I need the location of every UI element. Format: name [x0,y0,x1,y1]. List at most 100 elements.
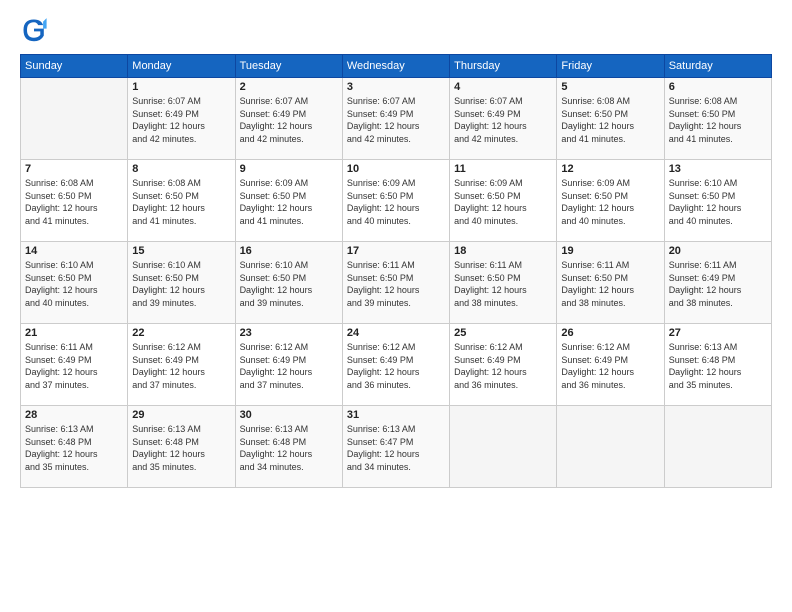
day-info: Sunrise: 6:10 AMSunset: 6:50 PMDaylight:… [132,259,230,309]
calendar-cell: 24 Sunrise: 6:12 AMSunset: 6:49 PMDayligh… [342,324,449,406]
calendar-cell: 12 Sunrise: 6:09 AMSunset: 6:50 PMDayligh… [557,160,664,242]
day-info: Sunrise: 6:10 AMSunset: 6:50 PMDaylight:… [240,259,338,309]
day-info: Sunrise: 6:08 AMSunset: 6:50 PMDaylight:… [25,177,123,227]
calendar-header: SundayMondayTuesdayWednesdayThursdayFrid… [21,55,772,78]
day-number: 5 [561,81,659,93]
calendar-cell: 3Sunrise: 6:07 AMSunset: 6:49 PMDaylight… [342,78,449,160]
calendar-body: 1 Sunrise: 6:07 AMSunset: 6:49 PMDaylight… [21,78,772,488]
day-info: Sunrise: 6:09 AMSunset: 6:50 PMDaylight:… [454,177,552,227]
header-day-tuesday: Tuesday [235,55,342,78]
day-number: 27 [669,327,767,339]
day-number: 1 [132,81,230,93]
logo [20,16,52,44]
calendar-cell: 23 Sunrise: 6:12 AMSunset: 6:49 PMDayligh… [235,324,342,406]
calendar-cell: 10 Sunrise: 6:09 AMSunset: 6:50 PMDayligh… [342,160,449,242]
calendar-table: SundayMondayTuesdayWednesdayThursdayFrid… [20,54,772,488]
header-day-monday: Monday [128,55,235,78]
day-number: 26 [561,327,659,339]
calendar-cell: 8 Sunrise: 6:08 AMSunset: 6:50 PMDaylight… [128,160,235,242]
day-info: Sunrise: 6:13 AMSunset: 6:48 PMDaylight:… [25,423,123,473]
day-info: Sunrise: 6:13 AMSunset: 6:48 PMDaylight:… [240,423,338,473]
day-info: Sunrise: 6:12 AMSunset: 6:49 PMDaylight:… [132,341,230,391]
calendar-cell: 7 Sunrise: 6:08 AMSunset: 6:50 PMDaylight… [21,160,128,242]
header-day-thursday: Thursday [450,55,557,78]
calendar-cell [21,78,128,160]
page: SundayMondayTuesdayWednesdayThursdayFrid… [0,0,792,612]
day-number: 9 [240,163,338,175]
logo-icon [20,16,48,44]
day-info: Sunrise: 6:12 AMSunset: 6:49 PMDaylight:… [240,341,338,391]
day-info: Sunrise: 6:13 AMSunset: 6:48 PMDaylight:… [669,341,767,391]
calendar-cell: 31 Sunrise: 6:13 AMSunset: 6:47 PMDayligh… [342,406,449,488]
day-number: 14 [25,245,123,257]
week-row-5: 28Sunrise: 6:13 AMSunset: 6:48 PMDayligh… [21,406,772,488]
day-number: 6 [669,81,767,93]
day-info: Sunrise: 6:08 AMSunset: 6:50 PMDaylight:… [132,177,230,227]
day-info: Sunrise: 6:09 AMSunset: 6:50 PMDaylight:… [561,177,659,227]
week-row-3: 14 Sunrise: 6:10 AMSunset: 6:50 PMDayligh… [21,242,772,324]
calendar-cell: 27 Sunrise: 6:13 AMSunset: 6:48 PMDayligh… [664,324,771,406]
day-info: Sunrise: 6:12 AMSunset: 6:49 PMDaylight:… [347,341,445,391]
calendar-cell: 28Sunrise: 6:13 AMSunset: 6:48 PMDayligh… [21,406,128,488]
day-info: Sunrise: 6:11 AMSunset: 6:49 PMDaylight:… [669,259,767,309]
day-number: 19 [561,245,659,257]
day-number: 24 [347,327,445,339]
calendar-cell: 20 Sunrise: 6:11 AMSunset: 6:49 PMDayligh… [664,242,771,324]
header-day-friday: Friday [557,55,664,78]
calendar-cell: 21 Sunrise: 6:11 AMSunset: 6:49 PMDayligh… [21,324,128,406]
calendar-cell: 6 Sunrise: 6:08 AMSunset: 6:50 PMDaylight… [664,78,771,160]
day-number: 11 [454,163,552,175]
day-number: 25 [454,327,552,339]
day-info: Sunrise: 6:07 AMSunset: 6:49 PMDaylight:… [454,95,552,145]
day-info: Sunrise: 6:09 AMSunset: 6:50 PMDaylight:… [240,177,338,227]
header-day-sunday: Sunday [21,55,128,78]
calendar-cell: 4 Sunrise: 6:07 AMSunset: 6:49 PMDaylight… [450,78,557,160]
day-info: Sunrise: 6:11 AMSunset: 6:50 PMDaylight:… [347,259,445,309]
calendar-cell: 25Sunrise: 6:12 AMSunset: 6:49 PMDayligh… [450,324,557,406]
header [20,16,772,44]
day-info: Sunrise: 6:11 AMSunset: 6:50 PMDaylight:… [454,259,552,309]
day-number: 31 [347,409,445,421]
day-number: 23 [240,327,338,339]
day-number: 21 [25,327,123,339]
day-number: 29 [132,409,230,421]
calendar-cell: 26 Sunrise: 6:12 AMSunset: 6:49 PMDayligh… [557,324,664,406]
calendar-cell: 9 Sunrise: 6:09 AMSunset: 6:50 PMDaylight… [235,160,342,242]
day-number: 2 [240,81,338,93]
day-number: 8 [132,163,230,175]
calendar-cell: 14 Sunrise: 6:10 AMSunset: 6:50 PMDayligh… [21,242,128,324]
header-day-saturday: Saturday [664,55,771,78]
day-number: 10 [347,163,445,175]
calendar-cell: 5 Sunrise: 6:08 AMSunset: 6:50 PMDaylight… [557,78,664,160]
day-number: 12 [561,163,659,175]
calendar-cell: 19Sunrise: 6:11 AMSunset: 6:50 PMDayligh… [557,242,664,324]
calendar-cell: 2Sunrise: 6:07 AMSunset: 6:49 PMDaylight… [235,78,342,160]
calendar-cell: 22 Sunrise: 6:12 AMSunset: 6:49 PMDayligh… [128,324,235,406]
day-number: 7 [25,163,123,175]
calendar-cell: 18 Sunrise: 6:11 AMSunset: 6:50 PMDayligh… [450,242,557,324]
day-number: 4 [454,81,552,93]
day-info: Sunrise: 6:13 AMSunset: 6:47 PMDaylight:… [347,423,445,473]
calendar-cell [664,406,771,488]
week-row-1: 1 Sunrise: 6:07 AMSunset: 6:49 PMDaylight… [21,78,772,160]
day-info: Sunrise: 6:10 AMSunset: 6:50 PMDaylight:… [669,177,767,227]
day-number: 20 [669,245,767,257]
calendar-cell: 16Sunrise: 6:10 AMSunset: 6:50 PMDayligh… [235,242,342,324]
week-row-4: 21 Sunrise: 6:11 AMSunset: 6:49 PMDayligh… [21,324,772,406]
day-info: Sunrise: 6:11 AMSunset: 6:49 PMDaylight:… [25,341,123,391]
week-row-2: 7 Sunrise: 6:08 AMSunset: 6:50 PMDaylight… [21,160,772,242]
header-day-wednesday: Wednesday [342,55,449,78]
day-info: Sunrise: 6:08 AMSunset: 6:50 PMDaylight:… [669,95,767,145]
day-number: 18 [454,245,552,257]
day-info: Sunrise: 6:10 AMSunset: 6:50 PMDaylight:… [25,259,123,309]
calendar-cell: 29Sunrise: 6:13 AMSunset: 6:48 PMDayligh… [128,406,235,488]
calendar-cell [450,406,557,488]
day-number: 17 [347,245,445,257]
day-number: 22 [132,327,230,339]
day-info: Sunrise: 6:08 AMSunset: 6:50 PMDaylight:… [561,95,659,145]
day-info: Sunrise: 6:12 AMSunset: 6:49 PMDaylight:… [561,341,659,391]
calendar-cell: 13Sunrise: 6:10 AMSunset: 6:50 PMDayligh… [664,160,771,242]
day-info: Sunrise: 6:09 AMSunset: 6:50 PMDaylight:… [347,177,445,227]
calendar-cell: 30Sunrise: 6:13 AMSunset: 6:48 PMDayligh… [235,406,342,488]
day-info: Sunrise: 6:07 AMSunset: 6:49 PMDaylight:… [347,95,445,145]
